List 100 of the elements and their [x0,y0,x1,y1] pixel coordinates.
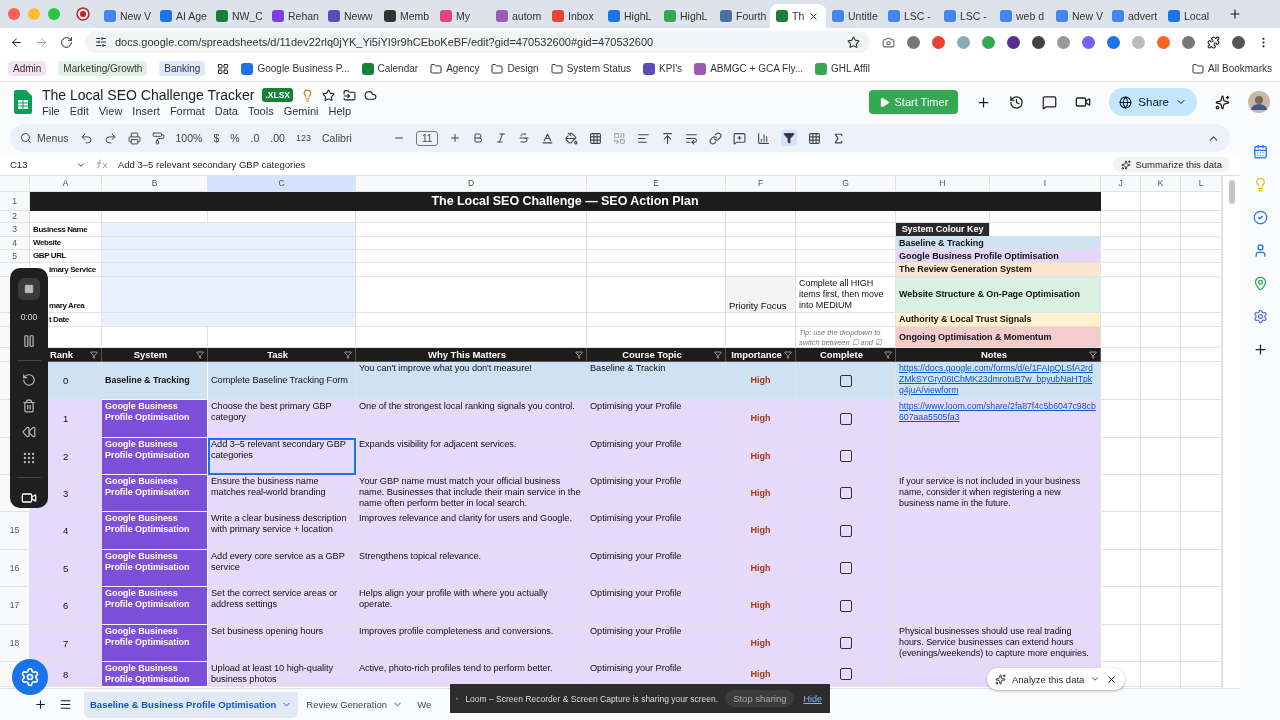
add-icon[interactable] [1252,342,1268,357]
browser-tab[interactable]: Neww [322,4,378,28]
fill-color-icon[interactable] [565,131,579,145]
bookmark-folder[interactable]: Design [491,62,539,75]
font-size-field[interactable]: 11 [415,130,439,146]
browser-tab[interactable]: Fourth [714,4,770,28]
bold-icon[interactable] [472,132,485,144]
reload-icon[interactable] [60,35,73,49]
extension-icon[interactable] [1032,35,1045,49]
checkbox[interactable] [839,412,852,425]
star-icon[interactable] [322,88,335,102]
checkbox[interactable] [839,562,852,574]
browser-tab[interactable]: web d [994,4,1050,28]
paint-format-icon[interactable] [151,131,165,145]
link[interactable]: https://www.loom.com/share/2fa87f4c5b6047c98cb607aaa5505fa3 [899,401,1097,423]
browser-tab[interactable]: NW_C [210,4,266,28]
name-box[interactable]: C13 [10,159,66,170]
column-header[interactable]: H [896,176,990,192]
bookmark[interactable]: Google Business P... [241,62,350,75]
input-cell[interactable] [102,250,356,263]
extensions-icon[interactable] [1207,35,1220,49]
zoom-select[interactable]: 100% [175,132,203,144]
increase-decimal-button[interactable]: .00 [270,132,285,144]
browser-tab[interactable]: Inbox [546,4,602,28]
strikethrough-icon[interactable] [518,132,531,144]
bookmark-tag[interactable]: Admin [8,61,47,76]
browser-tab[interactable]: LSC - [938,4,994,28]
filter-icon[interactable] [1089,350,1097,359]
delete-icon[interactable] [22,399,36,413]
text-color-icon[interactable] [541,131,555,145]
filter-icon[interactable] [90,350,98,359]
link-icon[interactable] [709,131,723,145]
document-title[interactable]: The Local SEO Challenge Tracker [42,87,255,103]
align-icon[interactable] [637,131,651,145]
video-call-icon[interactable] [1075,94,1092,110]
bookmark[interactable]: ABMGC + GCA Fly... [694,62,803,75]
sparkle-icon[interactable] [1215,94,1230,110]
stop-button[interactable] [18,278,40,300]
extension-icon[interactable] [1007,35,1020,49]
summarize-button[interactable]: Summarize this data [1113,157,1230,172]
browser-tab[interactable]: autom [490,4,546,28]
maps-icon[interactable] [1252,276,1268,291]
column-header[interactable]: G [796,176,896,192]
bookmark-folder[interactable]: System Status [550,62,632,75]
bookmark-star-icon[interactable] [847,35,860,49]
chart-icon[interactable] [757,131,771,145]
column-header[interactable]: I [990,176,1101,192]
sheet-tab[interactable]: We [411,691,438,718]
column-header[interactable]: A [30,176,102,192]
grid-icon[interactable] [22,451,36,465]
column-header[interactable]: L [1181,176,1222,192]
vertical-align-icon[interactable] [661,131,675,145]
add-icon[interactable] [976,94,992,110]
add-sheet-icon[interactable] [34,698,47,711]
checkbox[interactable] [839,450,852,462]
italic-icon[interactable] [495,132,508,144]
filter-icon[interactable] [575,350,583,359]
input-cell[interactable] [102,263,356,277]
undo-icon[interactable] [79,131,93,145]
browser-tab[interactable]: HighL [602,4,658,28]
bookmark[interactable]: KPI's [643,62,683,75]
lightbulb-icon[interactable] [301,88,314,102]
filter-icon[interactable] [714,350,722,359]
link[interactable]: https://docs.google.com/forms/d/e/1FAIpQLSfA2rdZMkSYGry06tChMK23dmrotuB7w_bpyubNaHTpkg4juA/viewform [899,363,1097,396]
analyze-button[interactable]: Analyze this data [987,668,1126,690]
pause-icon[interactable] [22,334,36,348]
move-icon[interactable] [343,88,356,102]
menu-item[interactable]: Data [214,105,238,117]
all-sheets-icon[interactable] [59,698,72,711]
checkbox[interactable] [839,637,852,649]
browser-tab[interactable]: Rehan [266,4,322,28]
address-field[interactable]: docs.google.com/spreadsheets/d/11dev22rlq0jYK_Yi5iYI9r9hCEboKeBF/edit?gid=470532600#gid=470532600 [85,31,870,53]
menu-item[interactable]: View [98,105,123,117]
browser-tab[interactable]: Memb [378,4,434,28]
filter-icon[interactable] [784,350,792,359]
apps-icon[interactable] [217,62,230,75]
borders-icon[interactable] [589,131,603,145]
forward-icon[interactable] [35,35,48,49]
restart-icon[interactable] [22,373,36,387]
checkbox[interactable] [839,487,852,499]
extension-icon[interactable] [1082,35,1095,49]
column-header[interactable]: J [1101,176,1141,192]
column-header[interactable]: E [587,176,726,192]
print-icon[interactable] [127,131,141,145]
input-cell[interactable] [102,223,356,237]
bookmark[interactable]: GHL Affil [815,62,870,75]
input-cell[interactable] [102,277,356,313]
checkbox[interactable] [839,374,852,387]
avatar-icon[interactable] [1232,35,1245,49]
camera-icon[interactable] [21,490,37,506]
checkbox[interactable] [839,524,852,537]
bookmark-folder[interactable]: Agency [430,62,480,75]
font-select[interactable]: Calibri [321,132,382,144]
rewind-icon[interactable] [22,425,36,439]
sheet-tab[interactable]: Baseline & Business Profile Optimisation [84,691,299,718]
bookmark-folder[interactable]: All Bookmarks [1192,62,1272,75]
menu-search-field[interactable]: Menus [37,132,69,144]
browser-tab[interactable]: My [434,4,490,28]
menu-item[interactable]: File [42,105,60,117]
browser-tab[interactable]: AI Age [154,4,210,28]
